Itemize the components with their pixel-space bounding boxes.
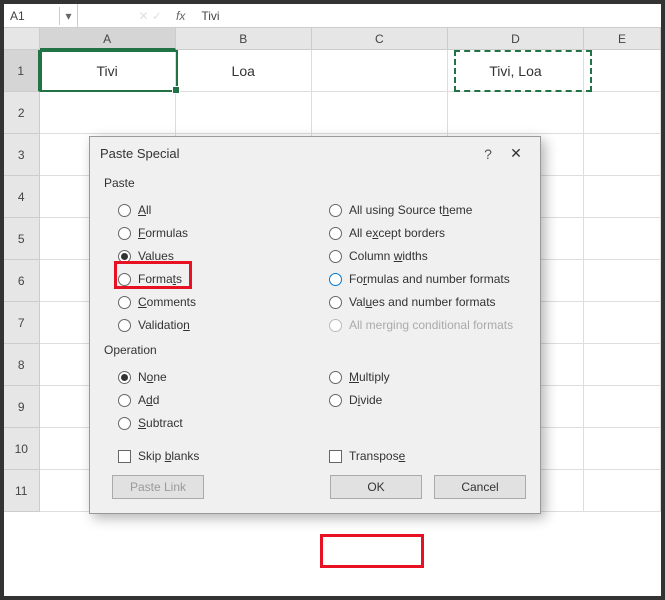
operation-multiply-radio[interactable]: Multiply bbox=[329, 368, 526, 386]
select-all-corner[interactable] bbox=[4, 28, 40, 50]
paste-values-radio[interactable]: Values bbox=[118, 247, 315, 265]
col-header-C[interactable]: C bbox=[312, 28, 448, 50]
paste-comments-radio[interactable]: Comments bbox=[118, 293, 315, 311]
paste-valnum-radio[interactable]: Values and number formats bbox=[329, 293, 526, 311]
highlight-ok bbox=[320, 534, 424, 568]
operation-add-radio[interactable]: Add bbox=[118, 391, 315, 409]
col-header-A[interactable]: A bbox=[40, 28, 176, 50]
operation-subtract-radio[interactable]: Subtract bbox=[118, 414, 315, 432]
cell-B1[interactable]: Loa bbox=[176, 50, 312, 92]
row-header-6[interactable]: 6 bbox=[4, 260, 40, 302]
cell-D2[interactable] bbox=[448, 92, 584, 134]
cell-E4[interactable] bbox=[584, 176, 661, 218]
cell-C2[interactable] bbox=[312, 92, 448, 134]
paste-link-button[interactable]: Paste Link bbox=[112, 475, 204, 499]
operation-divide-radio[interactable]: Divide bbox=[329, 391, 526, 409]
paste-section-label: Paste bbox=[104, 176, 526, 190]
name-box[interactable]: A1 bbox=[4, 7, 60, 25]
row-header-9[interactable]: 9 bbox=[4, 386, 40, 428]
cell-D1[interactable]: Tivi, Loa bbox=[448, 50, 584, 92]
row-header-11[interactable]: 11 bbox=[4, 470, 40, 512]
row-header-7[interactable]: 7 bbox=[4, 302, 40, 344]
namebox-dropdown[interactable]: ▾ bbox=[60, 4, 78, 27]
transpose-checkbox[interactable]: Transpose bbox=[329, 449, 526, 463]
fx-icon[interactable]: fx bbox=[168, 9, 193, 23]
cell-E9[interactable] bbox=[584, 386, 661, 428]
cell-E10[interactable] bbox=[584, 428, 661, 470]
paste-widths-radio[interactable]: Column widths bbox=[329, 247, 526, 265]
paste-special-dialog: Paste Special ? ✕ Paste All Formulas Value… bbox=[89, 136, 541, 514]
cell-C1[interactable] bbox=[312, 50, 448, 92]
operation-none-radio[interactable]: None bbox=[118, 368, 315, 386]
row-header-4[interactable]: 4 bbox=[4, 176, 40, 218]
dialog-title: Paste Special bbox=[100, 146, 474, 161]
operation-section-label: Operation bbox=[104, 343, 526, 357]
cell-A1[interactable]: Tivi bbox=[40, 50, 176, 92]
col-header-D[interactable]: D bbox=[448, 28, 584, 50]
cell-E8[interactable] bbox=[584, 344, 661, 386]
cell-E1[interactable] bbox=[584, 50, 661, 92]
paste-borders-radio[interactable]: All except borders bbox=[329, 224, 526, 242]
paste-all-radio[interactable]: All bbox=[118, 201, 315, 219]
cell-E11[interactable] bbox=[584, 470, 661, 512]
row-header-3[interactable]: 3 bbox=[4, 134, 40, 176]
paste-formulas-radio[interactable]: Formulas bbox=[118, 224, 315, 242]
row-header-8[interactable]: 8 bbox=[4, 344, 40, 386]
row-header-1[interactable]: 1 bbox=[4, 50, 40, 92]
row-header-5[interactable]: 5 bbox=[4, 218, 40, 260]
row-header-10[interactable]: 10 bbox=[4, 428, 40, 470]
paste-merge-radio: All merging conditional formats bbox=[329, 316, 526, 334]
cell-E3[interactable] bbox=[584, 134, 661, 176]
cell-E7[interactable] bbox=[584, 302, 661, 344]
ok-button[interactable]: OK bbox=[330, 475, 422, 499]
paste-validation-radio[interactable]: Validation bbox=[118, 316, 315, 334]
skip-blanks-checkbox[interactable]: Skip blanks bbox=[118, 449, 315, 463]
dialog-close-button[interactable]: ✕ bbox=[502, 145, 530, 162]
formula-tools: ✕ ✓ bbox=[78, 9, 168, 23]
cancel-button[interactable]: Cancel bbox=[434, 475, 526, 499]
cell-E6[interactable] bbox=[584, 260, 661, 302]
paste-formats-radio[interactable]: Formats bbox=[118, 270, 315, 288]
row-header-2[interactable]: 2 bbox=[4, 92, 40, 134]
cell-A2[interactable] bbox=[40, 92, 176, 134]
col-header-E[interactable]: E bbox=[584, 28, 661, 50]
cell-E5[interactable] bbox=[584, 218, 661, 260]
paste-formnum-radio[interactable]: Formulas and number formats bbox=[329, 270, 526, 288]
paste-theme-radio[interactable]: All using Source theme bbox=[329, 201, 526, 219]
cell-B2[interactable] bbox=[176, 92, 312, 134]
formula-bar[interactable]: Tivi bbox=[193, 7, 661, 25]
dialog-help-button[interactable]: ? bbox=[474, 146, 502, 162]
cell-E2[interactable] bbox=[584, 92, 661, 134]
col-header-B[interactable]: B bbox=[176, 28, 312, 50]
